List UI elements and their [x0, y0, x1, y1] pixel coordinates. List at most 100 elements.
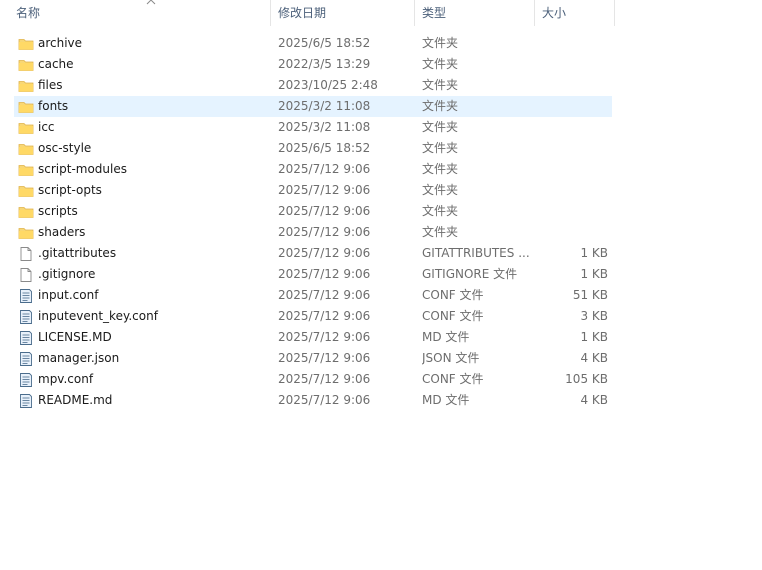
text-file-icon [18, 330, 34, 346]
file-size: 1 KB [580, 267, 608, 281]
file-size: 1 KB [580, 330, 608, 344]
text-file-icon [18, 309, 34, 325]
file-type: 文件夹 [422, 141, 459, 155]
file-size: 3 KB [580, 309, 608, 323]
file-date: 2025/7/12 9:06 [278, 246, 371, 260]
blank-file-icon [18, 267, 34, 283]
file-date: 2025/7/12 9:06 [278, 309, 371, 323]
file-date: 2025/3/2 11:08 [278, 99, 371, 113]
column-header-date-label: 修改日期 [278, 6, 327, 20]
folder-icon [18, 162, 34, 178]
column-header-size[interactable]: 大小 [536, 0, 615, 26]
file-row[interactable]: icc 2025/3/2 11:08 文件夹 [14, 117, 612, 138]
file-date: 2025/6/5 18:52 [278, 36, 371, 50]
file-date: 2025/7/12 9:06 [278, 351, 371, 365]
file-type: 文件夹 [422, 120, 459, 134]
file-date: 2025/3/2 11:08 [278, 120, 371, 134]
file-size: 51 KB [572, 288, 608, 302]
file-row[interactable]: .gitattributes 2025/7/12 9:06 GITATTRIBUTE… [14, 243, 612, 264]
column-header-name[interactable]: 名称 [10, 0, 271, 26]
file-name: LICENSE.MD [38, 330, 112, 344]
folder-icon [18, 78, 34, 94]
file-size [538, 33, 608, 54]
file-row[interactable]: scripts 2025/7/12 9:06 文件夹 [14, 201, 612, 222]
file-row[interactable]: input.conf 2025/7/12 9:06 CONF 文件 51 KB [14, 285, 612, 306]
file-row[interactable]: script-modules 2025/7/12 9:06 文件夹 [14, 159, 612, 180]
folder-icon [18, 225, 34, 241]
file-row[interactable]: manager.json 2025/7/12 9:06 JSON 文件 4 KB [14, 348, 612, 369]
file-date: 2025/6/5 18:52 [278, 141, 371, 155]
file-size [538, 138, 608, 159]
file-row[interactable]: .gitignore 2025/7/12 9:06 GITIGNORE 文件 1 KB [14, 264, 612, 285]
column-header-size-label: 大小 [542, 6, 567, 20]
file-name: script-modules [38, 162, 127, 176]
file-name: osc-style [38, 141, 92, 155]
column-header: 名称 修改日期 类型 大小 [0, 0, 762, 26]
file-size [538, 54, 608, 75]
file-row[interactable]: files 2023/10/25 2:48 文件夹 [14, 75, 612, 96]
file-type: 文件夹 [422, 162, 459, 176]
file-size: 4 KB [580, 393, 608, 407]
file-date: 2025/7/12 9:06 [278, 183, 371, 197]
file-type: 文件夹 [422, 204, 459, 218]
file-name: scripts [38, 204, 78, 218]
file-name: README.md [38, 393, 113, 407]
blank-file-icon [18, 246, 34, 262]
file-row[interactable]: shaders 2025/7/12 9:06 文件夹 [14, 222, 612, 243]
file-date: 2025/7/12 9:06 [278, 288, 371, 302]
file-row[interactable]: fonts 2025/3/2 11:08 文件夹 [14, 96, 612, 117]
file-size [538, 201, 608, 222]
file-date: 2025/7/12 9:06 [278, 393, 371, 407]
column-header-date[interactable]: 修改日期 [272, 0, 415, 26]
file-type: JSON 文件 [422, 351, 480, 365]
file-type: 文件夹 [422, 183, 459, 197]
file-size [538, 222, 608, 243]
file-type: MD 文件 [422, 330, 470, 344]
text-file-icon [18, 393, 34, 409]
file-name: mpv.conf [38, 372, 94, 386]
file-type: 文件夹 [422, 78, 459, 92]
file-name: cache [38, 57, 74, 71]
file-row[interactable]: script-opts 2025/7/12 9:06 文件夹 [14, 180, 612, 201]
file-type: 文件夹 [422, 225, 459, 239]
folder-icon [18, 120, 34, 136]
file-size [538, 75, 608, 96]
file-name: input.conf [38, 288, 99, 302]
file-type: GITIGNORE 文件 [422, 267, 518, 281]
folder-icon [18, 141, 34, 157]
file-date: 2022/3/5 13:29 [278, 57, 371, 71]
text-file-icon [18, 288, 34, 304]
file-date: 2025/7/12 9:06 [278, 330, 371, 344]
file-name: inputevent_key.conf [38, 309, 158, 323]
file-size: 105 KB [565, 372, 608, 386]
file-type: GITATTRIBUTES ... [422, 246, 530, 260]
file-name: icc [38, 120, 55, 134]
file-row[interactable]: archive 2025/6/5 18:52 文件夹 [14, 33, 612, 54]
column-header-type[interactable]: 类型 [416, 0, 535, 26]
file-row[interactable]: inputevent_key.conf 2025/7/12 9:06 CONF 文件… [14, 306, 612, 327]
file-row[interactable]: LICENSE.MD 2025/7/12 9:06 MD 文件 1 KB [14, 327, 612, 348]
text-file-icon [18, 351, 34, 367]
file-row[interactable]: README.md 2025/7/12 9:06 MD 文件 4 KB [14, 390, 612, 411]
folder-icon [18, 57, 34, 73]
file-date: 2025/7/12 9:06 [278, 162, 371, 176]
file-row[interactable]: mpv.conf 2025/7/12 9:06 CONF 文件 105 KB [14, 369, 612, 390]
file-date: 2023/10/25 2:48 [278, 78, 378, 92]
file-name: fonts [38, 99, 69, 113]
file-date: 2025/7/12 9:06 [278, 372, 371, 386]
file-type: MD 文件 [422, 393, 470, 407]
folder-icon [18, 204, 34, 220]
file-type: 文件夹 [422, 99, 459, 113]
file-name: script-opts [38, 183, 102, 197]
file-name: manager.json [38, 351, 120, 365]
file-size: 4 KB [580, 351, 608, 365]
file-name: archive [38, 36, 83, 50]
file-date: 2025/7/12 9:06 [278, 267, 371, 281]
file-name: .gitignore [38, 267, 96, 281]
file-name: shaders [38, 225, 86, 239]
text-file-icon [18, 372, 34, 388]
file-row[interactable]: osc-style 2025/6/5 18:52 文件夹 [14, 138, 612, 159]
file-size [538, 159, 608, 180]
file-type: 文件夹 [422, 36, 459, 50]
file-row[interactable]: cache 2022/3/5 13:29 文件夹 [14, 54, 612, 75]
